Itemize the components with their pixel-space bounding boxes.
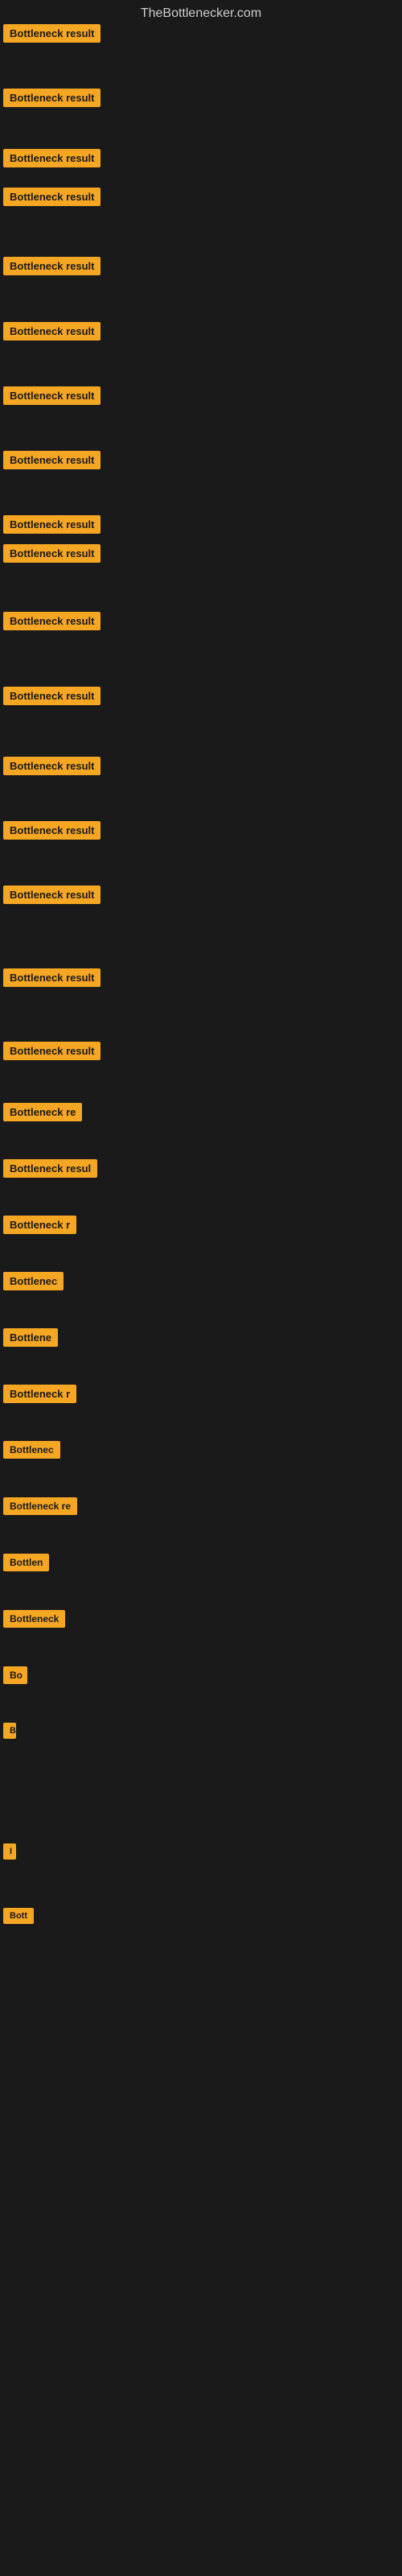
site-title: TheBottlenecker.com [0, 0, 402, 27]
bottleneck-row-13: Bottleneck result [3, 821, 100, 844]
bottleneck-row-23: Bottlenec [3, 1441, 60, 1463]
bottleneck-label-22: Bottleneck r [3, 1385, 76, 1403]
bottleneck-row-15: Bottleneck result [3, 968, 100, 991]
bottleneck-row-28: B [3, 1723, 16, 1743]
bottleneck-row-17: Bottleneck re [3, 1103, 82, 1125]
bottleneck-label-17: Bottleneck re [3, 1103, 82, 1121]
bottleneck-row-9: Bottleneck result [3, 544, 100, 567]
bottleneck-label-13: Bottleneck result [3, 821, 100, 840]
bottleneck-label-16: Bottleneck result [3, 1042, 100, 1060]
bottleneck-row-2: Bottleneck result [3, 149, 100, 171]
bottleneck-label-15: Bottleneck result [3, 968, 100, 987]
bottleneck-row-1: Bottleneck result [3, 89, 100, 111]
bottleneck-label-21: Bottlene [3, 1328, 58, 1347]
bottleneck-row-16: Bottleneck result [3, 1042, 100, 1064]
bottleneck-label-5: Bottleneck result [3, 322, 100, 341]
bottleneck-label-20: Bottlenec [3, 1272, 64, 1290]
bottleneck-row-21: Bottlene [3, 1328, 58, 1351]
bottleneck-row-26: Bottleneck [3, 1610, 65, 1632]
bottleneck-row-8: Bottleneck result [3, 515, 100, 538]
bottleneck-label-9: Bottleneck result [3, 544, 100, 563]
bottleneck-label-25: Bottlen [3, 1554, 49, 1571]
bottleneck-label-31: Bott [3, 1908, 34, 1924]
bottleneck-row-30: I [3, 1843, 16, 1864]
bottleneck-label-4: Bottleneck result [3, 257, 100, 275]
bottleneck-row-22: Bottleneck r [3, 1385, 76, 1407]
bottleneck-label-19: Bottleneck r [3, 1216, 76, 1234]
bottleneck-label-12: Bottleneck result [3, 757, 100, 775]
bottleneck-label-14: Bottleneck result [3, 886, 100, 904]
bottleneck-label-23: Bottlenec [3, 1441, 60, 1459]
bottleneck-label-0: Bottleneck result [3, 24, 100, 43]
bottleneck-row-12: Bottleneck result [3, 757, 100, 779]
bottleneck-row-19: Bottleneck r [3, 1216, 76, 1238]
bottleneck-label-27: Bo [3, 1666, 27, 1684]
bottleneck-label-26: Bottleneck [3, 1610, 65, 1628]
bottleneck-row-0: Bottleneck result [3, 24, 100, 47]
bottleneck-row-7: Bottleneck result [3, 451, 100, 473]
bottleneck-row-20: Bottlenec [3, 1272, 64, 1294]
bottleneck-row-6: Bottleneck result [3, 386, 100, 409]
bottleneck-row-31: Bott [3, 1908, 34, 1928]
bottleneck-label-8: Bottleneck result [3, 515, 100, 534]
page-wrapper: TheBottlenecker.com Bottleneck result Bot… [0, 0, 402, 2576]
bottleneck-row-4: Bottleneck result [3, 257, 100, 279]
bottleneck-row-24: Bottleneck re [3, 1497, 77, 1519]
bottleneck-row-5: Bottleneck result [3, 322, 100, 345]
bottleneck-label-2: Bottleneck result [3, 149, 100, 167]
bottleneck-label-10: Bottleneck result [3, 612, 100, 630]
bottleneck-label-6: Bottleneck result [3, 386, 100, 405]
bottleneck-row-3: Bottleneck result [3, 188, 100, 210]
bottleneck-row-11: Bottleneck result [3, 687, 100, 709]
bottleneck-row-10: Bottleneck result [3, 612, 100, 634]
bottleneck-row-14: Bottleneck result [3, 886, 100, 908]
bottleneck-label-30: I [3, 1843, 16, 1860]
bottleneck-label-18: Bottleneck resul [3, 1159, 97, 1178]
bottleneck-label-7: Bottleneck result [3, 451, 100, 469]
bottleneck-row-25: Bottlen [3, 1554, 49, 1575]
bottleneck-row-18: Bottleneck resul [3, 1159, 97, 1182]
bottleneck-label-1: Bottleneck result [3, 89, 100, 107]
bottleneck-label-11: Bottleneck result [3, 687, 100, 705]
bottleneck-row-27: Bo [3, 1666, 27, 1688]
bottleneck-label-28: B [3, 1723, 16, 1739]
bottleneck-label-3: Bottleneck result [3, 188, 100, 206]
bottleneck-label-24: Bottleneck re [3, 1497, 77, 1515]
